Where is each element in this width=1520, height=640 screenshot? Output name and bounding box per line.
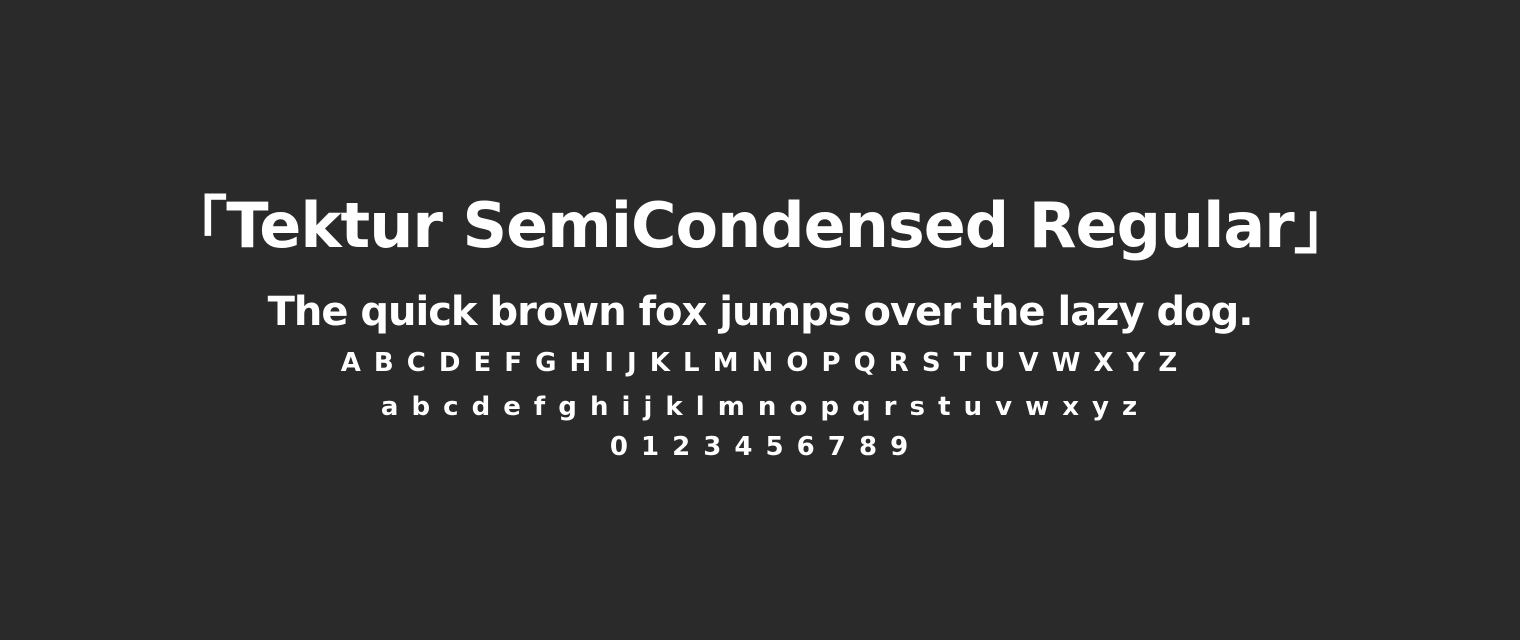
lowercase-alphabet: a b c d e f g h i j k l m n o p q r s t … <box>380 392 1140 422</box>
pangram-sample: The quick brown fox jumps over the lazy … <box>267 289 1254 335</box>
uppercase-alphabet: A B C D E F G H I J K L M N O P Q R S T … <box>340 348 1180 378</box>
font-specimen: 「Tektur SemiCondensed Regular」 The quick… <box>0 0 1520 640</box>
digits-row: 0 1 2 3 4 5 6 7 8 9 <box>609 432 911 462</box>
font-name-title: 「Tektur SemiCondensed Regular」 <box>165 189 1356 262</box>
